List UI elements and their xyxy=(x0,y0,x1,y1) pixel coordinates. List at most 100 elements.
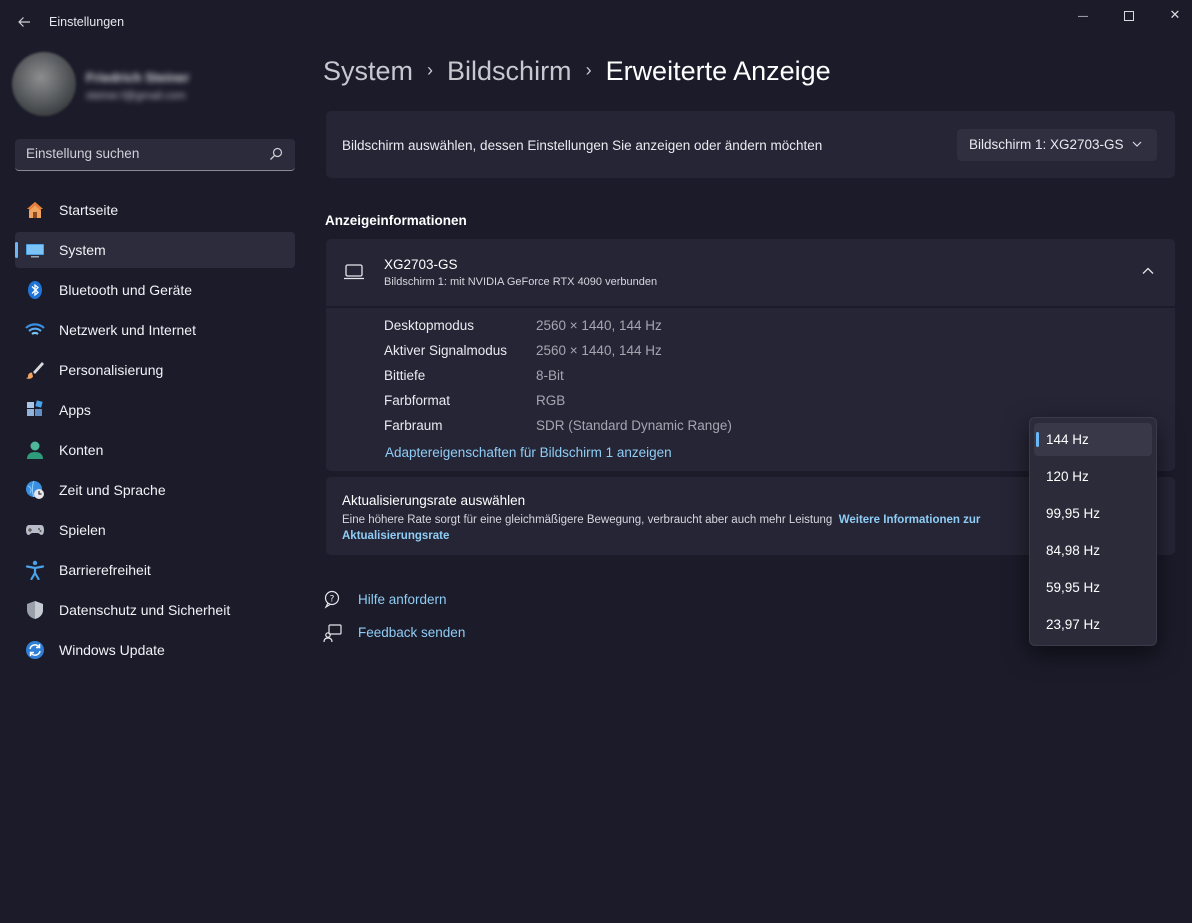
sidebar-item-system[interactable]: System xyxy=(15,232,295,268)
refresh-rate-option[interactable]: 120 Hz xyxy=(1034,460,1152,493)
send-feedback-link[interactable]: Feedback senden xyxy=(323,621,523,645)
search-icon[interactable] xyxy=(269,147,283,161)
accessibility-icon xyxy=(25,560,45,580)
sidebar-item-personalisierung[interactable]: Personalisierung xyxy=(15,352,295,388)
close-icon: ✕ xyxy=(1169,7,1181,22)
sidebar-item-spielen[interactable]: Spielen xyxy=(15,512,295,548)
info-row: Farbformat RGB xyxy=(384,393,565,408)
display-select-card: Bildschirm auswählen, dessen Einstellung… xyxy=(326,111,1175,178)
get-help-link[interactable]: ? Hilfe anfordern xyxy=(323,588,523,612)
refresh-rate-option-label: 144 Hz xyxy=(1046,432,1089,447)
chevron-down-icon xyxy=(1132,141,1142,147)
sidebar-item-label: Konten xyxy=(59,442,104,458)
monitor-name: XG2703-GS xyxy=(384,257,458,272)
refresh-rate-option-label: 23,97 Hz xyxy=(1046,617,1101,632)
sidebar-item-windows-update[interactable]: Windows Update xyxy=(15,632,295,668)
sidebar-item-konten[interactable]: Konten xyxy=(15,432,295,468)
info-key: Farbraum xyxy=(384,418,443,433)
refresh-rate-option-label: 99,95 Hz xyxy=(1046,506,1101,521)
bluetooth-icon xyxy=(28,281,42,299)
display-select-label: Bildschirm auswählen, dessen Einstellung… xyxy=(342,138,823,153)
refresh-rate-option[interactable]: 144 Hz xyxy=(1034,423,1152,456)
arrow-left-icon xyxy=(18,17,30,27)
adapter-properties-link[interactable]: Adaptereigenschaften für Bildschirm 1 an… xyxy=(385,445,672,460)
info-value: 8-Bit xyxy=(536,368,564,383)
minimize-icon: — xyxy=(1078,11,1088,22)
refresh-rate-option-label: 120 Hz xyxy=(1046,469,1089,484)
sidebar-item-startseite[interactable]: Startseite xyxy=(15,192,295,228)
shield-icon xyxy=(27,601,43,619)
sidebar-item-label: Zeit und Sprache xyxy=(59,482,166,498)
sidebar-item-label: Netzwerk und Internet xyxy=(59,322,196,338)
sidebar-item-label: Spielen xyxy=(59,522,106,538)
back-button[interactable] xyxy=(12,10,36,34)
refresh-rate-option-label: 59,95 Hz xyxy=(1046,580,1101,595)
refresh-rate-option[interactable]: 84,98 Hz xyxy=(1034,534,1152,567)
send-feedback-label: Feedback senden xyxy=(358,625,466,640)
info-row: Bittiefe 8-Bit xyxy=(384,368,564,383)
info-value: 2560 × 1440, 144 Hz xyxy=(536,343,662,358)
refresh-rate-title: Aktualisierungsrate auswählen xyxy=(342,493,526,508)
sidebar-item-label: Personalisierung xyxy=(59,362,164,378)
monitor-subtitle: Bildschirm 1: mit NVIDIA GeForce RTX 409… xyxy=(384,276,658,288)
search-box[interactable] xyxy=(15,139,295,171)
title-bar: Einstellungen — ✕ xyxy=(0,0,1192,44)
info-row: Desktopmodus 2560 × 1440, 144 Hz xyxy=(384,318,662,333)
maximize-icon xyxy=(1124,10,1134,21)
app-title: Einstellungen xyxy=(49,15,125,29)
refresh-rate-option[interactable]: 99,95 Hz xyxy=(1034,497,1152,530)
info-key: Desktopmodus xyxy=(384,318,475,333)
close-button[interactable]: ✕ xyxy=(1152,4,1192,26)
info-value: 2560 × 1440, 144 Hz xyxy=(536,318,662,333)
sidebar-item-label: Apps xyxy=(59,402,91,418)
info-key: Aktiver Signalmodus xyxy=(384,343,508,358)
gamepad-icon xyxy=(26,525,44,535)
sidebar-item-barrierefreiheit[interactable]: Barrierefreiheit xyxy=(15,552,295,588)
sidebar-item-label: Barrierefreiheit xyxy=(59,562,151,578)
home-icon xyxy=(27,202,43,218)
refresh-rate-dropdown[interactable]: 144 Hz 120 Hz 99,95 Hz 84,98 Hz 59,95 Hz… xyxy=(1029,417,1157,646)
breadcrumb-system[interactable]: System xyxy=(323,56,413,86)
info-key: Farbformat xyxy=(384,393,451,408)
breadcrumb-separator: › xyxy=(585,60,592,80)
get-help-label: Hilfe anfordern xyxy=(358,592,447,607)
avatar xyxy=(12,52,76,116)
breadcrumb: System › Bildschirm › Erweiterte Anzeige xyxy=(323,56,831,87)
wifi-icon xyxy=(25,323,45,335)
search-input[interactable] xyxy=(26,146,256,161)
sidebar-item-label: Datenschutz und Sicherheit xyxy=(59,602,231,618)
svg-text:?: ? xyxy=(330,595,335,605)
info-value: SDR (Standard Dynamic Range) xyxy=(536,418,732,433)
profile-email: steiner.f@gmail.com xyxy=(86,90,186,102)
sidebar-nav: Startseite System Bluetooth und Geräte N… xyxy=(15,192,295,672)
update-icon xyxy=(26,641,44,659)
sidebar-item-zeit-sprache[interactable]: Zeit und Sprache xyxy=(15,472,295,508)
breadcrumb-separator: › xyxy=(427,60,434,80)
info-value: RGB xyxy=(536,393,566,408)
info-row: Aktiver Signalmodus 2560 × 1440, 144 Hz xyxy=(384,343,662,358)
refresh-rate-option[interactable]: 23,97 Hz xyxy=(1034,608,1152,641)
maximize-button[interactable] xyxy=(1106,4,1152,26)
refresh-rate-option[interactable]: 59,95 Hz xyxy=(1034,571,1152,604)
help-chat-icon: ? xyxy=(324,590,340,609)
sidebar-item-label: System xyxy=(59,242,106,258)
info-row: Farbraum SDR (Standard Dynamic Range) xyxy=(384,418,732,433)
minimize-button[interactable]: — xyxy=(1060,4,1106,26)
sidebar-item-label: Windows Update xyxy=(59,642,165,658)
monitor-icon xyxy=(26,244,44,258)
display-select-value: Bildschirm 1: XG2703-GS xyxy=(969,137,1124,152)
sidebar-item-bluetooth[interactable]: Bluetooth und Geräte xyxy=(15,272,295,308)
laptop-icon xyxy=(344,264,364,280)
globe-clock-icon xyxy=(26,480,44,499)
chevron-up-icon[interactable] xyxy=(1141,265,1155,277)
sidebar-item-network[interactable]: Netzwerk und Internet xyxy=(15,312,295,348)
display-info-header[interactable]: XG2703-GS Bildschirm 1: mit NVIDIA GeFor… xyxy=(326,239,1175,306)
sidebar-item-apps[interactable]: Apps xyxy=(15,392,295,428)
profile-name: Friedrich Steiner xyxy=(86,70,190,85)
sidebar-item-datenschutz[interactable]: Datenschutz und Sicherheit xyxy=(15,592,295,628)
sidebar-item-label: Bluetooth und Geräte xyxy=(59,282,193,298)
refresh-rate-description-text: Eine höhere Rate sorgt für eine gleichmä… xyxy=(342,514,833,526)
display-select-dropdown[interactable]: Bildschirm 1: XG2703-GS xyxy=(957,129,1157,161)
section-title: Anzeigeinformationen xyxy=(325,213,467,228)
breadcrumb-bildschirm[interactable]: Bildschirm xyxy=(447,56,572,86)
